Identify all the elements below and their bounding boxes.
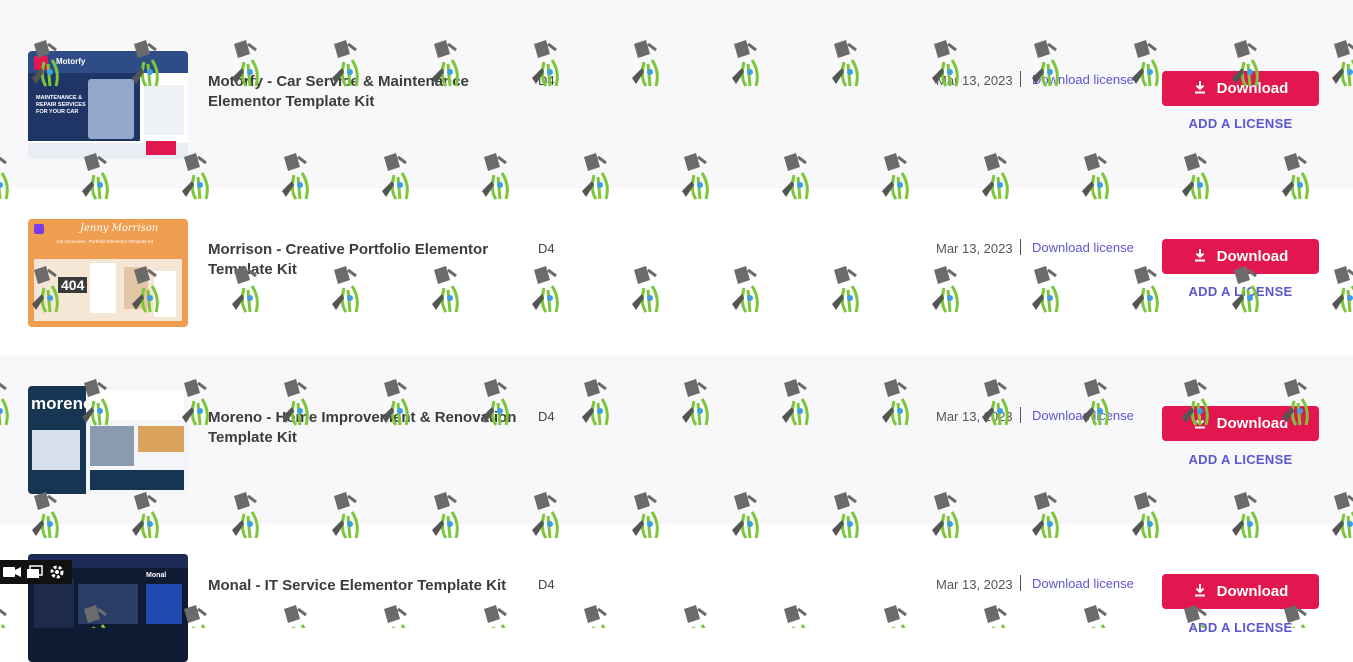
add-license-link[interactable]: ADD A LICENSE xyxy=(1162,116,1319,131)
template-title[interactable]: Monal - IT Service Elementor Template Ki… xyxy=(208,576,528,596)
thumbnail-headline: MAINTENANCE & REPAIR SERVICES FOR YOUR C… xyxy=(36,95,86,115)
purchase-date: Mar 13, 2023 xyxy=(936,409,1013,424)
download-button-label: Download xyxy=(1216,415,1289,432)
download-icon xyxy=(1193,415,1207,433)
thumbnail-badge: 404 xyxy=(58,277,88,293)
list-item: Monal Monal - IT Service Elementor Templ… xyxy=(0,524,1353,662)
download-button-label: Download xyxy=(1216,248,1289,265)
download-icon xyxy=(1193,583,1207,601)
top-strip xyxy=(0,0,1353,20)
list-item: moreno Moreno - Home Improvement & Renov… xyxy=(0,356,1353,524)
template-title[interactable]: Morrison - Creative Portfolio Elementor … xyxy=(208,240,528,280)
list-item: Motorfy MAINTENANCE & REPAIR SERVICES FO… xyxy=(0,20,1353,188)
thumbnail-brand: moreno xyxy=(31,394,94,413)
download-license-link[interactable]: Download license xyxy=(1032,72,1134,87)
divider xyxy=(1020,575,1021,591)
download-button[interactable]: Download xyxy=(1162,406,1319,441)
purchase-date: Mar 13, 2023 xyxy=(936,241,1013,256)
download-button[interactable]: Download xyxy=(1162,71,1319,106)
add-license-link[interactable]: ADD A LICENSE xyxy=(1162,284,1319,299)
download-button-label: Download xyxy=(1216,583,1289,600)
template-thumbnail[interactable]: Jenny Morrison Job Vacancies - Portfolio… xyxy=(28,219,188,327)
divider xyxy=(1020,71,1021,87)
download-button[interactable]: Download xyxy=(1162,574,1319,609)
template-title[interactable]: Motorfy - Car Service & Maintenance Elem… xyxy=(208,72,528,112)
download-button-label: Download xyxy=(1216,80,1289,97)
add-license-link[interactable]: ADD A LICENSE xyxy=(1162,452,1319,467)
thumbnail-headline: Job Vacancies - Portfolio Elementor Temp… xyxy=(56,239,154,244)
download-license-link[interactable]: Download license xyxy=(1032,408,1134,423)
video-camera-icon[interactable] xyxy=(2,565,22,579)
purchase-date: Mar 13, 2023 xyxy=(936,577,1013,592)
gear-icon[interactable] xyxy=(48,563,66,581)
download-button[interactable]: Download xyxy=(1162,239,1319,274)
recording-toolbar xyxy=(0,560,72,584)
thumbnail-brand: Monal xyxy=(146,572,167,579)
download-icon xyxy=(1193,80,1207,98)
template-code: D4 xyxy=(538,241,555,256)
template-code: D4 xyxy=(538,577,555,592)
download-icon xyxy=(1193,248,1207,266)
divider xyxy=(1020,239,1021,255)
template-code: D4 xyxy=(538,73,555,88)
windows-icon[interactable] xyxy=(26,565,44,579)
list-item: Jenny Morrison Job Vacancies - Portfolio… xyxy=(0,188,1353,356)
download-license-link[interactable]: Download license xyxy=(1032,240,1134,255)
download-license-link[interactable]: Download license xyxy=(1032,576,1134,591)
template-title[interactable]: Moreno - Home Improvement & Renovation T… xyxy=(208,408,528,448)
thumbnail-brand: Motorfy xyxy=(56,57,86,66)
divider xyxy=(1020,407,1021,423)
template-code: D4 xyxy=(538,409,555,424)
thumbnail-brand: Jenny Morrison xyxy=(80,223,159,234)
purchase-date: Mar 13, 2023 xyxy=(936,73,1013,88)
template-thumbnail[interactable]: Motorfy MAINTENANCE & REPAIR SERVICES FO… xyxy=(28,51,188,159)
template-thumbnail[interactable]: moreno xyxy=(28,386,188,494)
